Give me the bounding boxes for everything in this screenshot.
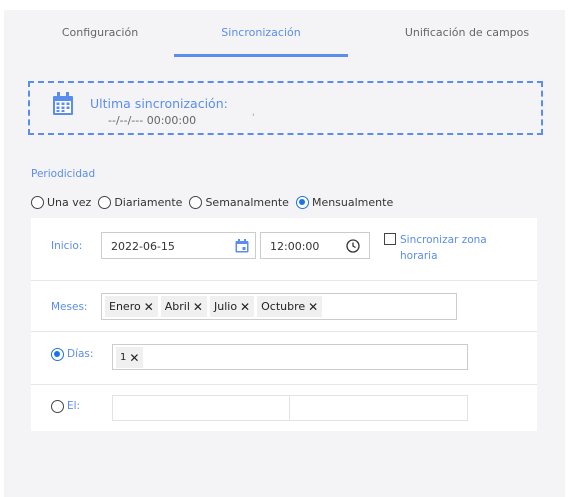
chip-octubre: Octubre ✕ xyxy=(257,296,323,317)
sync-timezone-label[interactable]: Sincronizar zona horaria xyxy=(400,232,510,264)
days-chip-list: 1 ✕ xyxy=(116,347,146,368)
radio-el[interactable] xyxy=(51,400,64,413)
sync-panel: Configuración Sincronización Unificación… xyxy=(4,10,565,497)
start-date-value: 2022-06-15 xyxy=(111,240,175,253)
close-icon[interactable]: ✕ xyxy=(308,300,318,314)
chip-day-1: 1 ✕ xyxy=(116,347,144,368)
periodicidad-radio-group: Una vez Diariamente Semanalmente Mensual… xyxy=(31,193,400,211)
radio-diariamente[interactable]: Diariamente xyxy=(98,195,183,209)
radio-dias[interactable] xyxy=(51,348,64,361)
radio-label: Una vez xyxy=(47,195,92,209)
close-icon[interactable]: ✕ xyxy=(144,300,154,314)
radio-circle-selected[interactable] xyxy=(295,195,309,209)
el-weekday-select[interactable] xyxy=(289,395,468,421)
radio-semanalmente[interactable]: Semanalmente xyxy=(189,195,289,209)
active-tab-indicator xyxy=(174,54,348,57)
meses-label: Meses: xyxy=(51,301,88,313)
chip-label: Abril xyxy=(164,300,190,313)
el-ordinal-select[interactable] xyxy=(112,395,290,421)
last-sync-title: Ultima sincronización: xyxy=(90,96,228,111)
chip-julio: Julio ✕ xyxy=(209,296,255,317)
close-icon[interactable]: ✕ xyxy=(129,351,139,365)
chip-abril: Abril ✕ xyxy=(160,296,207,317)
last-sync-date: --/--/--- 00:00:00 xyxy=(108,114,197,127)
sync-timezone-checkbox[interactable] xyxy=(384,233,396,245)
radio-label: Semanalmente xyxy=(205,195,289,209)
radio-una-vez[interactable]: Una vez xyxy=(31,195,92,209)
radio-circle[interactable] xyxy=(31,195,44,209)
inicio-label: Inicio: xyxy=(51,240,83,252)
days-multiselect[interactable]: 1 ✕ xyxy=(112,344,468,370)
chip-label: Octubre xyxy=(261,300,306,313)
calendar-icon xyxy=(53,92,73,115)
dias-label: Días: xyxy=(67,348,94,360)
clock-icon[interactable] xyxy=(346,239,360,253)
radio-label: Mensualmente xyxy=(311,195,394,209)
row-divider xyxy=(31,280,537,281)
row-divider xyxy=(31,384,537,385)
tab-bar: Configuración Sincronización Unificación… xyxy=(4,10,565,57)
chip-label: Julio xyxy=(213,300,238,313)
radio-mensualmente[interactable]: Mensualmente xyxy=(295,195,394,209)
tab-sincronizacion[interactable]: Sincronización xyxy=(174,10,348,57)
radio-circle[interactable] xyxy=(189,195,203,209)
months-multiselect[interactable]: Enero ✕ Abril ✕ Julio ✕ Octubre ✕ xyxy=(101,293,457,320)
close-icon[interactable]: ✕ xyxy=(193,300,203,314)
start-time-value: 12:00:00 xyxy=(270,240,320,253)
chip-label: Enero xyxy=(109,300,141,313)
chip-enero: Enero ✕ xyxy=(105,296,158,317)
calendar-icon[interactable] xyxy=(235,239,249,253)
el-label: El: xyxy=(67,400,81,412)
tab-unificacion-campos[interactable]: Unificación de campos xyxy=(382,10,552,57)
start-time-input[interactable]: 12:00:00 xyxy=(260,232,370,259)
row-divider xyxy=(31,331,537,332)
last-sync-box: Ultima sincronización: --/--/--- 00:00:0… xyxy=(28,81,543,135)
chip-label: 1 xyxy=(120,352,127,363)
tab-configuracion[interactable]: Configuración xyxy=(26,10,174,57)
radio-circle[interactable] xyxy=(98,195,112,209)
start-date-input[interactable]: 2022-06-15 xyxy=(101,232,256,259)
radio-label: Diariamente xyxy=(114,195,183,209)
periodicidad-label: Periodicidad xyxy=(31,168,96,180)
last-sync-mark: ' xyxy=(252,113,255,123)
schedule-card: Inicio: 2022-06-15 12:00:00 Sincronizar … xyxy=(31,218,537,431)
months-chip-list: Enero ✕ Abril ✕ Julio ✕ Octubre ✕ xyxy=(105,296,325,317)
close-icon[interactable]: ✕ xyxy=(240,300,250,314)
